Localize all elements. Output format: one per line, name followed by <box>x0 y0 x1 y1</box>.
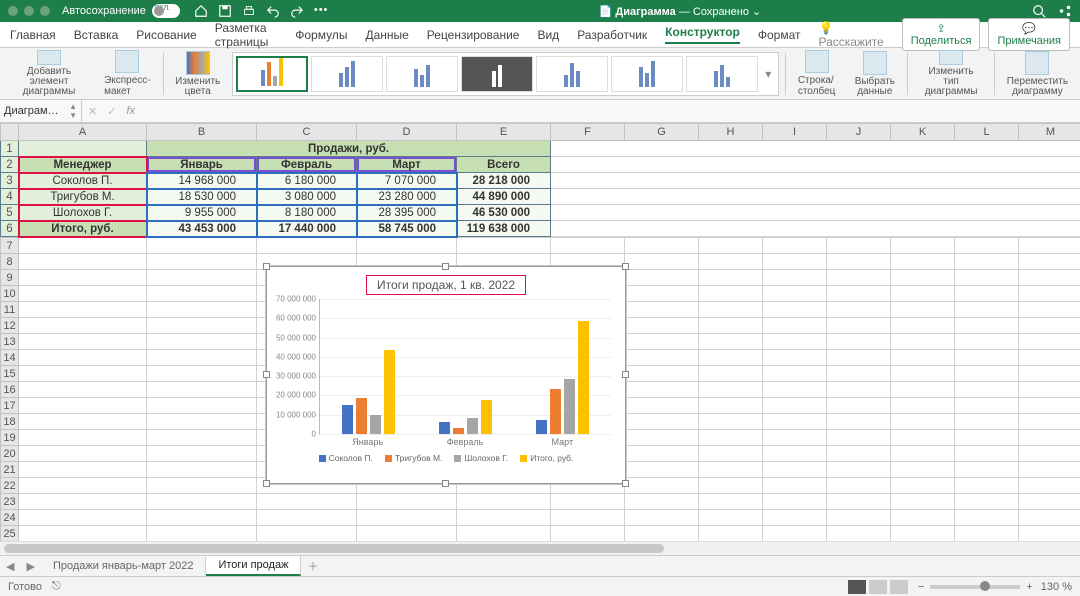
chart-style-7[interactable] <box>686 56 758 92</box>
gallery-more-icon[interactable]: ▾ <box>761 67 775 81</box>
chart-style-4[interactable] <box>461 56 533 92</box>
tab-review[interactable]: Рецензирование <box>427 28 520 42</box>
chart-style-1[interactable] <box>236 56 308 92</box>
add-chart-element[interactable]: Добавить элемент диаграммы <box>6 50 92 97</box>
sheet-nav-next[interactable]: ▶ <box>20 560 40 573</box>
comments-button[interactable]: 💬 Примечания <box>988 18 1070 51</box>
table-row: Итого, руб. <box>19 221 147 237</box>
column-headers[interactable]: ABCDEFGHIJKLM <box>1 124 1080 141</box>
autosave-switch[interactable]: ВКЛ. <box>152 4 180 18</box>
table-row: Тригубов М. <box>19 189 147 205</box>
tab-formulas[interactable]: Формулы <box>295 28 347 42</box>
share-button[interactable]: ⇪ Поделиться <box>902 18 981 51</box>
move-chart[interactable]: Переместить диаграмму <box>1001 50 1074 97</box>
more-icon[interactable]: ••• <box>314 4 328 18</box>
chart-style-6[interactable] <box>611 56 683 92</box>
name-box[interactable]: Диаграм…▲▼ <box>0 100 82 122</box>
document-title: 📄 Диаграмма — Сохранено ⌄ <box>328 5 1032 18</box>
tab-view[interactable]: Вид <box>537 28 559 42</box>
tab-layout[interactable]: Разметка страницы <box>215 21 277 49</box>
chart-styles-gallery[interactable]: ▾ <box>232 52 779 96</box>
chart-plot-area[interactable]: 010 000 00020 000 00030 000 00040 000 00… <box>319 299 611 435</box>
ribbon: Добавить элемент диаграммы Экспресс-маке… <box>0 48 1080 100</box>
autosave-label: Автосохранение <box>62 5 146 17</box>
sheet-tab[interactable]: Продажи январь-март 2022 <box>41 557 207 575</box>
redo-icon[interactable] <box>290 4 304 18</box>
chart-title[interactable]: Итоги продаж, 1 кв. 2022 <box>366 275 526 295</box>
sheet-tab[interactable]: Итоги продаж <box>206 556 301 576</box>
cancel-icon[interactable]: ✕ <box>88 105 97 118</box>
chart-style-2[interactable] <box>311 56 383 92</box>
window-controls[interactable] <box>8 6 50 16</box>
autosave-toggle[interactable]: Автосохранение ВКЛ. <box>62 4 180 18</box>
tellme[interactable]: 💡 Расскажите <box>819 21 884 49</box>
sheet-tabs: ◀ ▶ Продажи январь-март 2022 Итоги прода… <box>0 555 1080 576</box>
save-icon[interactable] <box>218 4 232 18</box>
tab-developer[interactable]: Разработчик <box>577 28 647 42</box>
quick-layout[interactable]: Экспресс-макет <box>98 50 157 97</box>
table-row: Шолохов Г. <box>19 205 147 221</box>
tab-data[interactable]: Данные <box>365 28 408 42</box>
home-icon[interactable] <box>194 4 208 18</box>
view-layout-icon[interactable] <box>869 580 887 594</box>
chart-object[interactable]: Итоги продаж, 1 кв. 2022 010 000 00020 0… <box>266 266 626 484</box>
undo-icon[interactable] <box>266 4 280 18</box>
view-normal-icon[interactable] <box>848 580 866 594</box>
close-icon[interactable] <box>8 6 18 16</box>
view-pagebreak-icon[interactable] <box>890 580 908 594</box>
ribbon-tabs: Главная Вставка Рисование Разметка стран… <box>0 22 1080 48</box>
minimize-icon[interactable] <box>24 6 34 16</box>
zoom-in-icon[interactable]: + <box>1026 581 1032 593</box>
chart-legend[interactable]: Соколов П.Тригубов М.Шолохов Г.Итого, ру… <box>267 453 625 463</box>
tab-chart-design[interactable]: Конструктор <box>665 25 740 44</box>
status-bar: Готово ⎋ − + 130 % <box>0 576 1080 596</box>
spreadsheet-grid[interactable]: ABCDEFGHIJKLM 1Продажи, руб. 2 Менеджер … <box>0 123 1080 541</box>
table-row: Соколов П. <box>19 173 147 189</box>
zoom-level[interactable]: 130 % <box>1041 581 1072 593</box>
horizontal-scrollbar[interactable] <box>0 541 1080 555</box>
tab-draw[interactable]: Рисование <box>136 28 196 42</box>
sheet-nav-prev[interactable]: ◀ <box>0 560 20 573</box>
search-icon[interactable] <box>1032 4 1046 18</box>
add-sheet-icon[interactable]: ＋ <box>301 558 324 574</box>
switch-row-column[interactable]: Строка/столбец <box>792 50 843 97</box>
formula-bar: Диаграм…▲▼ ✕ ✓ fx <box>0 100 1080 123</box>
doc-icon: 📄 <box>599 6 613 18</box>
share-icon[interactable] <box>1058 4 1072 18</box>
enter-icon[interactable]: ✓ <box>107 105 116 118</box>
zoom-slider[interactable] <box>930 585 1020 589</box>
status-ready: Готово <box>8 581 42 593</box>
fx-icon[interactable]: fx <box>126 105 135 117</box>
table-title: Продажи, руб. <box>147 141 551 157</box>
tab-insert[interactable]: Вставка <box>74 28 119 42</box>
change-colors[interactable]: Изменить цвета <box>169 50 226 97</box>
print-icon[interactable] <box>242 4 256 18</box>
accessibility-icon[interactable]: ⎋ <box>52 580 61 593</box>
zoom-out-icon[interactable]: − <box>918 581 924 593</box>
chevron-down-icon[interactable]: ▲▼ <box>69 102 77 120</box>
change-chart-type[interactable]: Изменить тип диаграммы <box>914 50 988 97</box>
table-header: Менеджер <box>19 157 147 173</box>
chart-style-3[interactable] <box>386 56 458 92</box>
select-data[interactable]: Выбрать данные <box>848 50 901 97</box>
tab-format[interactable]: Формат <box>758 28 801 42</box>
tab-home[interactable]: Главная <box>10 28 56 42</box>
zoom-icon[interactable] <box>40 6 50 16</box>
chart-style-5[interactable] <box>536 56 608 92</box>
